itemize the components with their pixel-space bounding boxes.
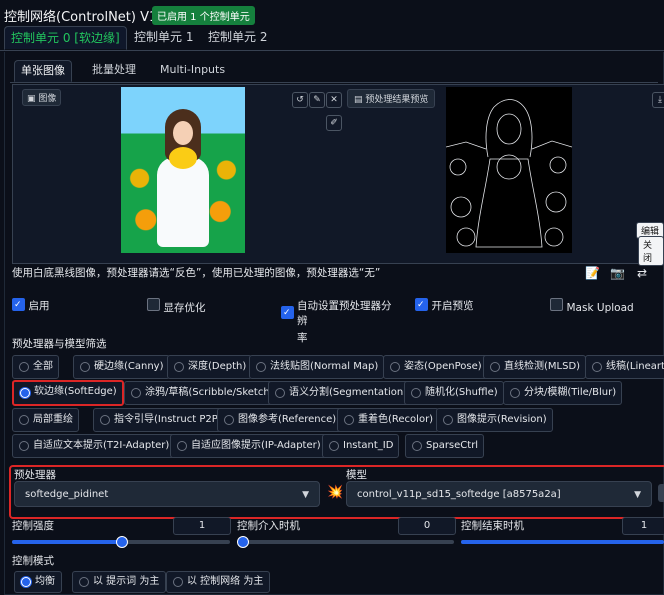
filter-segmentation[interactable]: 语义分割(Segmentation) xyxy=(268,381,414,405)
filter-revision[interactable]: 图像提示(Revision) xyxy=(436,408,553,432)
download-icon[interactable]: ⤓ xyxy=(652,92,664,108)
image-label: ▣ 图像 xyxy=(22,89,62,106)
filter-softedge[interactable]: 软边缘(SoftEdge) xyxy=(12,380,124,406)
preview-icon: ▤ xyxy=(354,95,363,105)
filter-ip2p[interactable]: 指令引导(Instruct P2P) xyxy=(93,408,228,432)
tab-unit-0[interactable]: 控制单元 0 [软边缘] xyxy=(4,26,127,50)
pixel-perfect-option[interactable]: 自动设置预处理器分辨 率 xyxy=(281,298,401,345)
filter-recolor[interactable]: 重着色(Recolor) xyxy=(337,408,440,432)
enable-checkbox[interactable] xyxy=(12,298,25,311)
tab-unit-2[interactable]: 控制单元 2 xyxy=(202,26,273,48)
undo-icon[interactable]: ↺ xyxy=(292,92,308,108)
model-label: 模型 xyxy=(346,469,367,481)
start-step-slider[interactable] xyxy=(237,536,454,548)
photo-face xyxy=(173,121,193,145)
mode-prompt[interactable]: 以 提示词 为主 xyxy=(72,571,167,593)
lowvram-checkbox[interactable] xyxy=(147,298,160,311)
filter-instant-id[interactable]: Instant_ID xyxy=(322,434,400,458)
tab-multi-inputs[interactable]: Multi-Inputs xyxy=(154,60,231,80)
filter-openpose[interactable]: 姿态(OpenPose) xyxy=(383,355,488,379)
filter-reference[interactable]: 图像参考(Reference) xyxy=(217,408,343,432)
end-step-input[interactable]: 1 xyxy=(622,517,664,535)
slider-fill xyxy=(12,540,121,544)
filter-canny[interactable]: 硬边缘(Canny) xyxy=(73,355,170,379)
start-step-input[interactable]: 0 xyxy=(398,517,456,535)
slider-handle[interactable] xyxy=(116,536,128,548)
close-button[interactable]: 关闭 xyxy=(638,236,664,266)
lowvram-option[interactable]: 显存优化 xyxy=(147,298,206,315)
model-select[interactable]: control_v11p_sd15_softedge [a8575a2a] ▼ xyxy=(346,481,652,507)
control-mode-label: 控制模式 xyxy=(12,555,54,567)
filter-scribble[interactable]: 涂鸦/草稿(Scribble/Sketch) xyxy=(124,381,280,405)
slider-handle[interactable] xyxy=(237,536,249,548)
edge-drawing xyxy=(446,99,572,248)
filter-title: 预处理器与模型筛选 xyxy=(12,338,107,350)
mask-upload-checkbox[interactable] xyxy=(550,298,563,311)
control-weight-input[interactable]: 1 xyxy=(173,517,231,535)
filter-sparsectrl[interactable]: SparseCtrl xyxy=(405,434,485,458)
filter-lineart[interactable]: 线稿(Lineart) xyxy=(585,355,664,379)
end-step-label: 控制结束时机 xyxy=(461,520,524,532)
filter-shuffle[interactable]: 随机化(Shuffle) xyxy=(404,381,504,405)
swap-icon[interactable]: ⇄ xyxy=(637,266,647,280)
control-weight-slider[interactable] xyxy=(12,536,230,548)
filter-all[interactable]: 全部 xyxy=(12,355,59,379)
refresh-models-button[interactable] xyxy=(658,484,664,502)
tab-batch[interactable]: 批量处理 xyxy=(86,60,142,80)
image-icon: ▣ xyxy=(27,94,36,104)
status-badge: 已启用 1 个控制单元 xyxy=(152,6,255,25)
mode-balanced[interactable]: 均衡 xyxy=(14,571,62,593)
preview-option[interactable]: 开启预览 xyxy=(415,298,474,313)
filter-tile[interactable]: 分块/模糊(Tile/Blur) xyxy=(503,381,623,405)
preprocessor-select[interactable]: softedge_pidinet ▼ xyxy=(14,481,320,507)
preview-checkbox[interactable] xyxy=(415,298,428,311)
brush-icon[interactable]: ✎ xyxy=(309,92,325,108)
slider-fill xyxy=(461,540,664,544)
preprocessor-label: 预处理器 xyxy=(14,469,56,481)
preview-image xyxy=(446,87,572,253)
chevron-down-icon: ▼ xyxy=(302,490,309,500)
usage-note: 使用白底黑线图像，预处理器请选“反色”，使用已处理的图像，预处理器选“无” xyxy=(12,267,381,279)
control-weight-label: 控制强度 xyxy=(12,520,54,532)
photo-dress xyxy=(157,157,209,247)
chevron-down-icon: ▼ xyxy=(634,490,641,500)
filter-t2i-adapter[interactable]: 自适应文本提示(T2I-Adapter) xyxy=(12,434,176,458)
unit-tabs: 控制单元 0 [软边缘] 控制单元 1 控制单元 2 xyxy=(0,26,664,51)
photo-bouquet xyxy=(169,147,197,169)
filter-normal-map[interactable]: 法线贴图(Normal Map) xyxy=(249,355,385,379)
preview-button[interactable]: ▤ 预处理结果预览 xyxy=(347,89,436,108)
input-tabs: 单张图像 批量处理 Multi-Inputs xyxy=(10,58,658,83)
run-preprocessor-icon[interactable]: 💥 xyxy=(327,485,343,500)
input-image[interactable] xyxy=(121,87,245,253)
filter-inpaint[interactable]: 局部重绘 xyxy=(12,408,79,432)
filter-mlsd[interactable]: 直线检测(MLSD) xyxy=(483,355,587,379)
pixel-perfect-checkbox[interactable] xyxy=(281,306,294,319)
tab-single-image[interactable]: 单张图像 xyxy=(14,60,72,82)
mode-controlnet[interactable]: 以 控制网络 为主 xyxy=(166,571,271,593)
pen-icon[interactable]: ✐ xyxy=(326,115,342,131)
end-step-slider[interactable] xyxy=(461,540,664,544)
camera-icon[interactable]: 📷 xyxy=(610,266,625,280)
filter-ip-adapter[interactable]: 自适应图像提示(IP-Adapter) xyxy=(170,434,327,458)
enable-option[interactable]: 启用 xyxy=(12,298,50,313)
start-step-label: 控制介入时机 xyxy=(237,520,300,532)
close-icon[interactable]: ✕ xyxy=(326,92,342,108)
filter-depth[interactable]: 深度(Depth) xyxy=(167,355,253,379)
tab-unit-1[interactable]: 控制单元 1 xyxy=(128,26,199,48)
notepad-icon[interactable]: 📝 xyxy=(585,266,600,280)
mask-upload-option[interactable]: Mask Upload xyxy=(550,298,634,314)
